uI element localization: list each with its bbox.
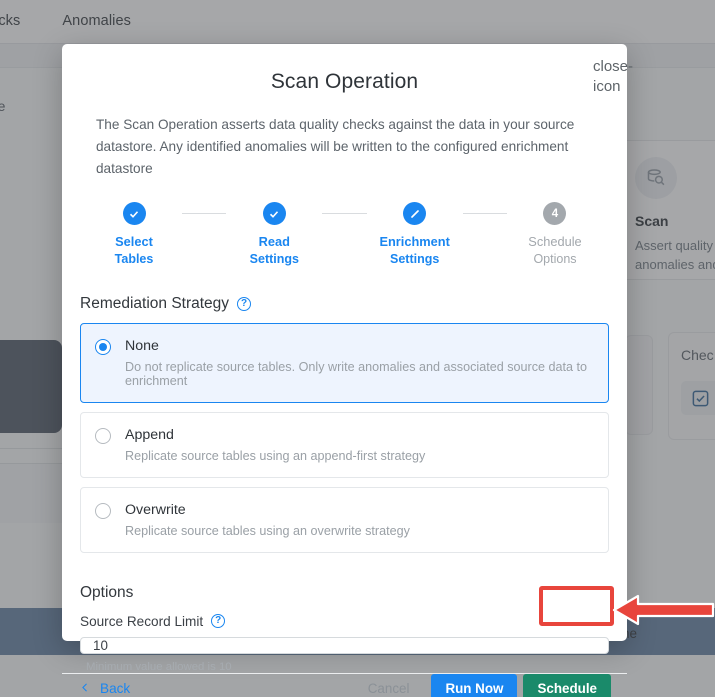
pencil-icon bbox=[403, 202, 427, 226]
help-circle-icon[interactable]: ? bbox=[211, 614, 226, 629]
radio-option-description: Replicate source tables using an append-… bbox=[125, 448, 426, 463]
radio-option-label: Append bbox=[125, 426, 174, 443]
help-circle-icon[interactable]: ? bbox=[237, 296, 252, 311]
remediation-strategy-label: Remediation Strategy bbox=[80, 294, 230, 312]
step-connector bbox=[322, 213, 367, 215]
radio-indicator bbox=[95, 502, 111, 519]
cancel-button[interactable]: Cancel bbox=[354, 674, 424, 697]
step-enrichment-settings[interactable]: Enrichment Settings bbox=[367, 202, 463, 267]
step-schedule-options[interactable]: 4 Schedule Options bbox=[507, 202, 603, 267]
check-icon bbox=[122, 202, 146, 226]
chevron-left-icon bbox=[80, 681, 90, 697]
radio-option-overwrite[interactable]: Overwrite Replicate source tables using … bbox=[80, 486, 609, 553]
radio-indicator bbox=[95, 427, 111, 444]
dialog-description: The Scan Operation asserts data quality … bbox=[96, 117, 575, 177]
step-number-icon: 4 bbox=[543, 202, 567, 226]
source-record-limit-label-row: Source Record Limit ? bbox=[80, 614, 627, 629]
dialog-title: Scan Operation bbox=[270, 70, 419, 93]
close-icon[interactable]: close-icon bbox=[593, 57, 633, 95]
step-label-line2: Tables bbox=[114, 251, 154, 266]
step-select-tables[interactable]: Select Tables bbox=[86, 202, 182, 267]
remediation-strategy-group: None Do not replicate source tables. Onl… bbox=[80, 322, 609, 562]
radio-option-append[interactable]: Append Replicate source tables using an … bbox=[80, 411, 609, 478]
schedule-button[interactable]: Schedule bbox=[523, 673, 611, 697]
step-label-line1: Schedule bbox=[528, 234, 582, 250]
step-label-line2: Options bbox=[533, 251, 577, 266]
dialog-footer: Back Cancel Run Now Schedule bbox=[62, 672, 627, 697]
step-connector bbox=[182, 213, 227, 215]
back-button[interactable]: Back bbox=[80, 681, 130, 697]
source-record-limit-input[interactable] bbox=[80, 636, 609, 654]
radio-option-description: Do not replicate source tables. Only wri… bbox=[125, 359, 588, 388]
radio-option-none[interactable]: None Do not replicate source tables. Onl… bbox=[80, 322, 609, 403]
step-label-line1: Select bbox=[115, 234, 153, 250]
step-label-line1: Read bbox=[258, 234, 290, 250]
source-record-limit-label: Source Record Limit bbox=[80, 613, 204, 629]
step-read-settings[interactable]: Read Settings bbox=[226, 202, 322, 267]
run-now-button[interactable]: Run Now bbox=[431, 673, 518, 697]
screenshot-root: hecks Anomalies the source Scan Assert q… bbox=[0, 0, 715, 697]
step-connector bbox=[462, 213, 507, 215]
remediation-strategy-heading: Remediation Strategy ? bbox=[80, 295, 627, 313]
radio-option-label: None bbox=[125, 337, 159, 354]
wizard-stepper: Select Tables Read Settings Enrichment S… bbox=[86, 202, 603, 267]
radio-option-description: Replicate source tables using an overwri… bbox=[125, 523, 410, 538]
radio-option-label: Overwrite bbox=[125, 501, 186, 518]
back-button-label: Back bbox=[100, 681, 131, 697]
step-label-line2: Settings bbox=[390, 251, 440, 266]
check-icon bbox=[262, 202, 286, 226]
step-label-line1: Enrichment bbox=[379, 234, 450, 250]
scan-operation-dialog: close-icon Scan Operation The Scan Opera… bbox=[62, 44, 633, 697]
source-record-limit-hint: Minimum value allowed is 10 bbox=[86, 660, 232, 673]
step-label-line2: Settings bbox=[249, 251, 299, 266]
radio-indicator bbox=[95, 338, 111, 355]
options-heading: Options bbox=[80, 583, 134, 601]
